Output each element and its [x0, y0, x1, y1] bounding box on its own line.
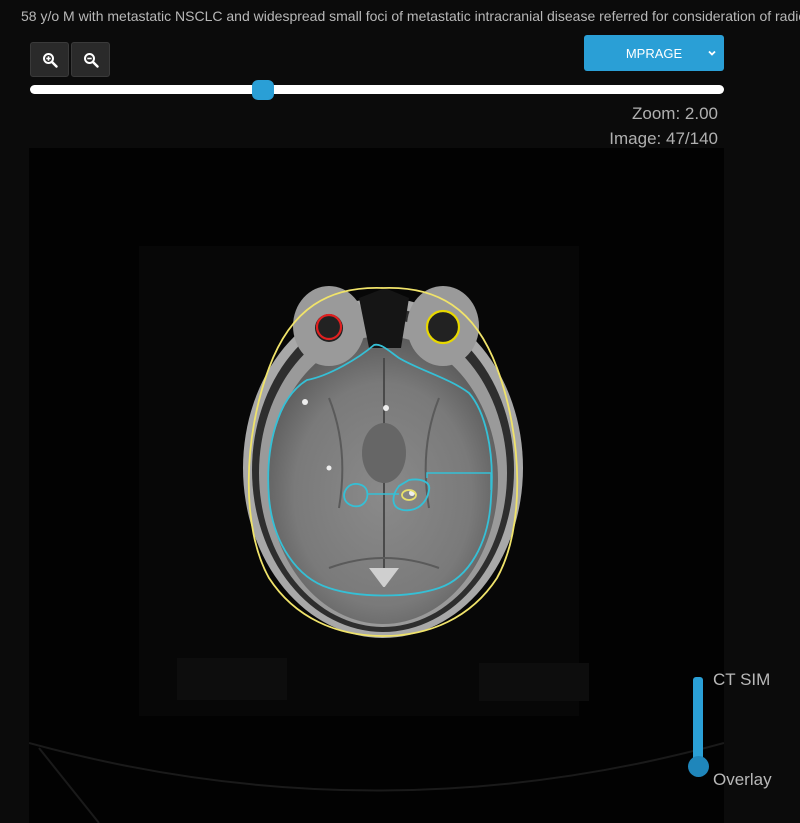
midbrain [362, 423, 406, 483]
table-shadow-right [479, 663, 589, 701]
zoom-out-icon [83, 52, 99, 68]
right-globe [315, 314, 343, 342]
zoom-out-button[interactable] [71, 42, 110, 77]
image-viewport[interactable] [29, 148, 724, 823]
image-slider[interactable] [30, 85, 724, 94]
series-select[interactable]: MPRAGE [584, 35, 724, 71]
overlay-slider-bottom-label: Overlay [713, 770, 772, 789]
case-description: 58 y/o M with metastatic NSCLC and wides… [21, 8, 800, 24]
table-shadow-left [177, 658, 287, 700]
viewer-root: 58 y/o M with metastatic NSCLC and wides… [0, 0, 800, 823]
image-slider-thumb[interactable] [252, 80, 275, 100]
zoom-readout: Zoom: 2.00 [632, 104, 718, 123]
chevron-down-icon [708, 50, 716, 56]
overlay-slider-thumb[interactable] [688, 756, 709, 777]
image-index-readout: Image: 47/140 [609, 129, 718, 148]
overlay-slider-top-label: CT SIM [713, 670, 771, 689]
zoom-in-icon [42, 52, 58, 68]
series-select-value: MPRAGE [625, 45, 683, 61]
mri-slice [29, 148, 724, 823]
zoom-in-button[interactable] [30, 42, 69, 77]
